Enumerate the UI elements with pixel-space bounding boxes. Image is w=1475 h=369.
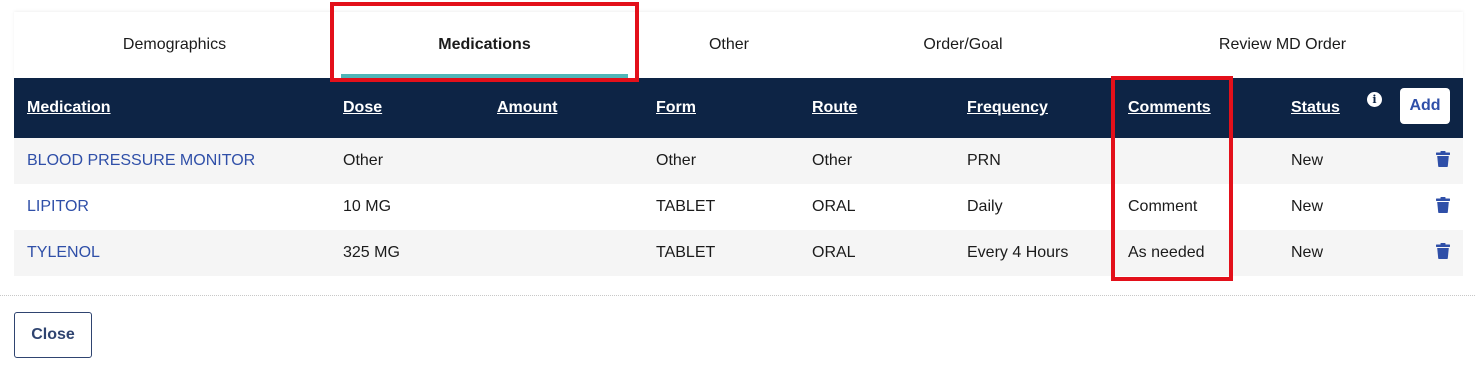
column-header-status[interactable]: Status	[1291, 78, 1340, 138]
tab-review-md-order[interactable]: Review MD Order	[1102, 12, 1463, 78]
status-cell: New	[1291, 198, 1324, 215]
tab-label: Demographics	[122, 36, 227, 53]
medication-link[interactable]: BLOOD PRESSURE MONITOR	[27, 138, 255, 184]
tab-label: Review MD Order	[1218, 36, 1347, 53]
column-header-route[interactable]: Route	[812, 78, 857, 138]
column-header-comments[interactable]: Comments	[1128, 78, 1211, 138]
dose-cell: 10 MG	[343, 198, 392, 215]
comments-cell: As needed	[1128, 244, 1205, 261]
comments-cell: Comment	[1128, 198, 1198, 215]
frequency-cell: PRN	[967, 152, 1001, 169]
tab-other[interactable]: Other	[634, 12, 824, 78]
form-cell: Other	[656, 152, 697, 169]
dose-cell: 325 MG	[343, 244, 400, 261]
footer-divider	[0, 295, 1475, 296]
table-row: LIPITOR 10 MG TABLET ORAL Daily Comment …	[14, 184, 1463, 230]
route-cell: ORAL	[812, 244, 856, 261]
column-header-amount[interactable]: Amount	[497, 78, 557, 138]
trash-icon[interactable]	[1436, 151, 1450, 167]
tab-order-goal[interactable]: Order/Goal	[824, 12, 1102, 78]
column-header-medication[interactable]: Medication	[27, 78, 111, 138]
tab-demographics[interactable]: Demographics	[14, 12, 335, 78]
medication-link[interactable]: LIPITOR	[27, 184, 89, 230]
form-cell: TABLET	[656, 244, 716, 261]
dose-cell: Other	[343, 152, 384, 169]
tab-label: Medications	[438, 36, 531, 53]
trash-icon[interactable]	[1436, 243, 1450, 259]
trash-icon[interactable]	[1436, 197, 1450, 213]
route-cell: ORAL	[812, 198, 856, 215]
column-header-form[interactable]: Form	[656, 78, 696, 138]
frequency-cell: Every 4 Hours	[967, 244, 1069, 261]
add-medication-button[interactable]: Add	[1400, 88, 1450, 124]
status-cell: New	[1291, 152, 1324, 169]
medication-link[interactable]: TYLENOL	[27, 230, 100, 276]
table-header: Medication Dose Amount Form Route Freque…	[14, 78, 1463, 138]
route-cell: Other	[812, 152, 853, 169]
table-row: BLOOD PRESSURE MONITOR Other Other Other…	[14, 138, 1463, 184]
status-cell: New	[1291, 244, 1324, 261]
column-header-dose[interactable]: Dose	[343, 78, 382, 138]
tab-medications[interactable]: Medications	[335, 12, 634, 78]
form-cell: TABLET	[656, 198, 716, 215]
close-button[interactable]: Close	[14, 312, 92, 358]
frequency-cell: Daily	[967, 198, 1003, 215]
info-icon[interactable]: i	[1367, 92, 1382, 107]
table-row: TYLENOL 325 MG TABLET ORAL Every 4 Hours…	[14, 230, 1463, 276]
tab-label: Other	[708, 36, 749, 53]
tab-label: Order/Goal	[923, 36, 1003, 53]
column-header-frequency[interactable]: Frequency	[967, 78, 1048, 138]
tab-bar: Demographics Medications Other Order/Goa…	[14, 12, 1463, 78]
medications-panel: Demographics Medications Other Order/Goa…	[14, 12, 1463, 278]
